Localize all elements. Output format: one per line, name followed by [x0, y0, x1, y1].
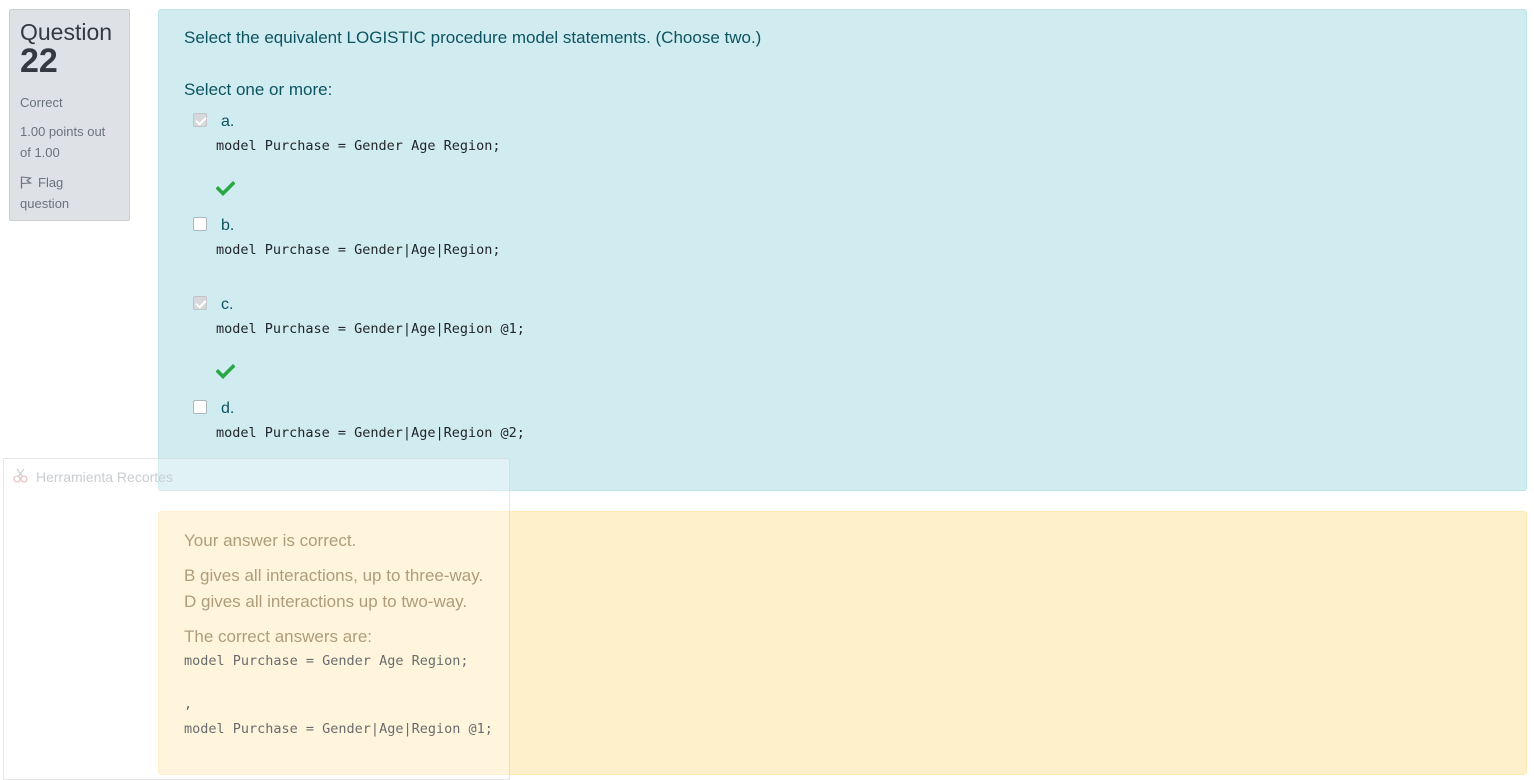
option-a-code: model Purchase = Gender Age Region; — [216, 138, 501, 154]
option-b-code: model Purchase = Gender|Age|Region; — [216, 242, 501, 258]
question-grade: 1.00 points out of 1.00 — [20, 121, 119, 163]
snipping-tool-title: Herramienta Recortes — [36, 469, 173, 485]
option-c-checkbox[interactable] — [193, 296, 207, 310]
correct-check-icon — [216, 364, 235, 379]
flag-icon — [20, 176, 33, 189]
question-state: Correct — [20, 95, 63, 110]
question-formulation: Select the equivalent LOGISTIC procedure… — [158, 9, 1527, 491]
option-b-letter: b. — [221, 217, 235, 234]
option-c-letter: c. — [221, 296, 234, 313]
correct-check-icon — [216, 181, 235, 196]
answer-prompt: Select one or more: — [184, 80, 333, 99]
flag-question-link[interactable]: Flag question — [20, 172, 119, 214]
question-info-panel: Question 22 Correct 1.00 points out of 1… — [9, 9, 130, 221]
option-a-letter: a. — [221, 113, 235, 130]
option-c-code: model Purchase = Gender|Age|Region @1; — [216, 321, 525, 337]
question-number: 22 — [20, 42, 58, 80]
flag-label-1: Flag — [38, 175, 64, 190]
option-d-letter: d. — [221, 400, 235, 417]
flag-label-2: question — [20, 196, 70, 211]
scissors-icon — [13, 468, 28, 483]
snipping-tool-overlay[interactable]: Herramienta Recortes — [3, 458, 510, 780]
grade-line-2: of 1.00 — [20, 145, 60, 160]
option-a-checkbox[interactable] — [193, 113, 207, 127]
grade-line-1: 1.00 points out — [20, 124, 106, 139]
option-d-checkbox[interactable] — [193, 400, 207, 414]
option-b-checkbox[interactable] — [193, 217, 207, 231]
option-d-code: model Purchase = Gender|Age|Region @2; — [216, 425, 525, 441]
question-text: Select the equivalent LOGISTIC procedure… — [184, 28, 762, 47]
